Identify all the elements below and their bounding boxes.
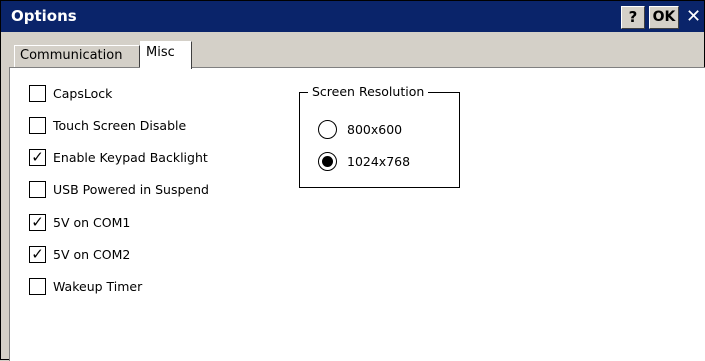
5v-on-com2-label: 5V on COM2 bbox=[53, 247, 131, 262]
screen-resolution-group bbox=[299, 92, 460, 188]
ok-button[interactable]: OK bbox=[649, 6, 679, 29]
capslock-label: CapsLock bbox=[53, 86, 113, 101]
wakeup-timer-label: Wakeup Timer bbox=[53, 279, 143, 294]
enable-keypad-backlight-label: Enable Keypad Backlight bbox=[53, 150, 208, 165]
title-bar[interactable]: Options ? OK ✕ bbox=[1, 1, 704, 32]
window-title: Options bbox=[11, 7, 77, 25]
wakeup-timer-checkbox[interactable] bbox=[29, 278, 46, 295]
screen-resolution-legend: Screen Resolution bbox=[308, 83, 429, 100]
options-window: Options ? OK ✕ Communication Misc CapsLo… bbox=[0, 0, 705, 361]
resolution-1024x768-label: 1024x768 bbox=[347, 154, 411, 169]
usb-powered-in-suspend-checkbox[interactable] bbox=[29, 181, 46, 198]
radio-selected-dot bbox=[322, 156, 333, 167]
5v-on-com1-label: 5V on COM1 bbox=[53, 215, 131, 230]
help-button[interactable]: ? bbox=[621, 6, 645, 29]
touch-screen-disable-checkbox[interactable] bbox=[29, 117, 46, 134]
tab-communication[interactable]: Communication bbox=[14, 45, 140, 67]
capslock-checkbox[interactable] bbox=[29, 85, 46, 102]
5v-on-com1-checkbox[interactable]: ✓ bbox=[29, 214, 46, 231]
close-button[interactable]: ✕ bbox=[683, 6, 704, 29]
tab-misc[interactable]: Misc bbox=[140, 41, 192, 69]
usb-powered-in-suspend-label: USB Powered in Suspend bbox=[53, 182, 209, 197]
enable-keypad-backlight-checkbox[interactable]: ✓ bbox=[29, 149, 46, 166]
5v-on-com2-checkbox[interactable]: ✓ bbox=[29, 246, 46, 263]
touch-screen-disable-label: Touch Screen Disable bbox=[53, 118, 187, 133]
resolution-1024x768-radio[interactable] bbox=[318, 152, 337, 171]
resolution-800x600-radio[interactable] bbox=[318, 120, 337, 139]
resolution-800x600-label: 800x600 bbox=[347, 122, 403, 137]
